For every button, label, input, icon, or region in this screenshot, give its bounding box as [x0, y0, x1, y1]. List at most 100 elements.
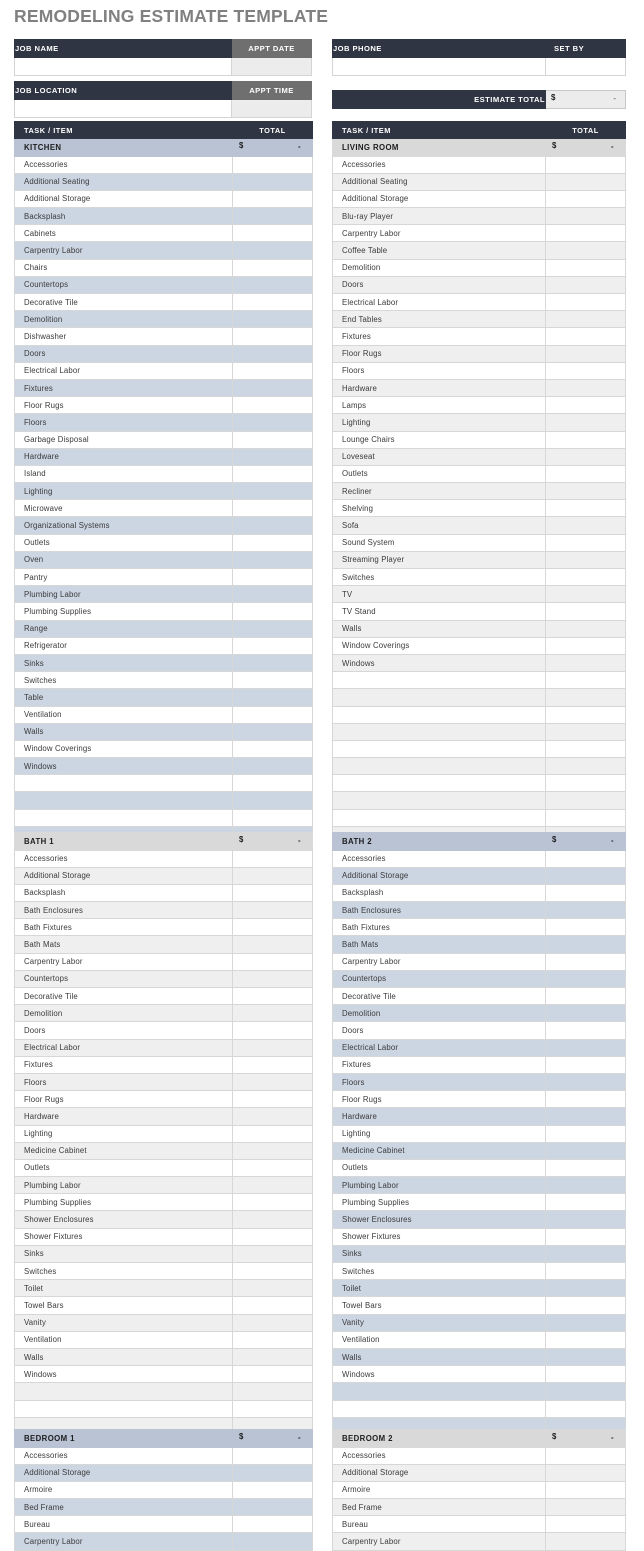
task-item-total-input[interactable] [545, 1124, 626, 1143]
task-item-blank-input[interactable] [14, 791, 233, 810]
task-item-total-input[interactable] [545, 705, 626, 724]
job-location-input[interactable] [14, 99, 232, 118]
task-item-blank-input[interactable] [14, 1382, 233, 1401]
task-item-total-input[interactable] [545, 550, 626, 570]
task-item-total-input[interactable] [232, 705, 313, 724]
task-item-total-input[interactable] [545, 722, 626, 741]
task-item-total-input[interactable] [232, 1193, 313, 1212]
task-item-total-input[interactable] [232, 1210, 313, 1229]
task-item-total-input[interactable] [232, 361, 313, 380]
task-item-total-input[interactable] [232, 986, 313, 1006]
task-item-total-input[interactable] [232, 901, 313, 920]
task-item-total-input[interactable] [232, 791, 313, 810]
task-item-total-input[interactable] [232, 1480, 313, 1500]
task-item-total-input[interactable] [232, 275, 313, 295]
task-item-blank-input[interactable] [332, 739, 546, 759]
task-item-total-input[interactable] [232, 482, 313, 501]
task-item-total-input[interactable] [545, 567, 626, 587]
task-item-total-input[interactable] [232, 1515, 313, 1534]
task-item-total-input[interactable] [232, 739, 313, 759]
task-item-total-input[interactable] [232, 653, 313, 673]
task-item-total-input[interactable] [545, 688, 626, 707]
task-item-total-input[interactable] [545, 636, 626, 655]
task-item-total-input[interactable] [232, 533, 313, 552]
task-item-total-input[interactable] [545, 378, 626, 398]
task-item-total-input[interactable] [545, 739, 626, 759]
task-item-total-input[interactable] [232, 969, 313, 989]
task-item-total-input[interactable] [232, 1296, 313, 1315]
task-item-total-input[interactable] [232, 1038, 313, 1057]
task-item-total-input[interactable] [545, 292, 626, 312]
task-item-blank-input[interactable] [332, 791, 546, 810]
task-item-total-input[interactable] [232, 396, 313, 415]
task-item-total-input[interactable] [545, 430, 626, 449]
task-item-total-input[interactable] [232, 866, 313, 885]
task-item-total-input[interactable] [545, 791, 626, 810]
task-item-total-input[interactable] [232, 499, 313, 518]
task-item-total-input[interactable] [545, 464, 626, 484]
task-item-total-input[interactable] [545, 918, 626, 937]
task-item-total-input[interactable] [232, 1382, 313, 1401]
task-item-total-input[interactable] [232, 413, 313, 432]
task-item-total-input[interactable] [545, 986, 626, 1006]
task-item-total-input[interactable] [545, 935, 626, 954]
task-item-total-input[interactable] [545, 1532, 626, 1551]
task-item-total-input[interactable] [545, 1365, 626, 1384]
job-phone-input[interactable] [332, 57, 546, 76]
set-by-input[interactable] [545, 57, 626, 76]
task-item-total-input[interactable] [545, 1107, 626, 1126]
task-item-blank-input[interactable] [14, 1399, 233, 1418]
task-item-total-input[interactable] [232, 1446, 313, 1465]
task-item-total-input[interactable] [545, 969, 626, 989]
task-item-blank-input[interactable] [332, 1399, 546, 1418]
task-item-total-input[interactable] [545, 516, 626, 535]
task-item-blank-input[interactable] [14, 774, 233, 793]
task-item-total-input[interactable] [545, 396, 626, 415]
task-item-total-input[interactable] [232, 292, 313, 312]
task-item-total-input[interactable] [545, 1004, 626, 1023]
task-item-total-input[interactable] [232, 258, 313, 277]
task-item-total-input[interactable] [545, 1072, 626, 1092]
task-item-blank-input[interactable] [14, 808, 233, 827]
task-item-total-input[interactable] [545, 1446, 626, 1465]
task-item-total-input[interactable] [232, 671, 313, 690]
task-item-total-input[interactable] [232, 722, 313, 741]
task-item-total-input[interactable] [545, 1038, 626, 1057]
task-item-total-input[interactable] [545, 1515, 626, 1534]
task-item-total-input[interactable] [545, 275, 626, 295]
task-item-total-input[interactable] [545, 1227, 626, 1246]
task-item-total-input[interactable] [545, 327, 626, 346]
task-item-total-input[interactable] [232, 1072, 313, 1092]
task-item-total-input[interactable] [232, 602, 313, 621]
task-item-total-input[interactable] [232, 935, 313, 954]
task-item-total-input[interactable] [232, 883, 313, 903]
task-item-total-input[interactable] [232, 310, 313, 329]
task-item-blank-input[interactable] [332, 705, 546, 724]
task-item-total-input[interactable] [545, 952, 626, 971]
task-item-total-input[interactable] [545, 1382, 626, 1401]
task-item-blank-input[interactable] [332, 671, 546, 690]
task-item-total-input[interactable] [545, 224, 626, 243]
task-item-total-input[interactable] [232, 1498, 313, 1517]
task-item-blank-input[interactable] [332, 688, 546, 707]
task-item-blank-input[interactable] [332, 757, 546, 776]
task-item-total-input[interactable] [545, 757, 626, 776]
task-item-total-input[interactable] [232, 918, 313, 937]
task-item-total-input[interactable] [232, 447, 313, 466]
task-item-total-input[interactable] [232, 189, 313, 209]
appt-date-input[interactable] [231, 57, 312, 76]
task-item-total-input[interactable] [232, 155, 313, 174]
task-item-total-input[interactable] [545, 447, 626, 466]
task-item-total-input[interactable] [545, 499, 626, 518]
task-item-total-input[interactable] [232, 688, 313, 707]
task-item-total-input[interactable] [232, 1399, 313, 1418]
task-item-total-input[interactable] [545, 361, 626, 380]
task-item-blank-input[interactable] [332, 722, 546, 741]
task-item-total-input[interactable] [232, 774, 313, 793]
task-item-total-input[interactable] [545, 1090, 626, 1109]
task-item-total-input[interactable] [545, 413, 626, 432]
task-item-total-input[interactable] [545, 1021, 626, 1040]
task-item-total-input[interactable] [545, 482, 626, 501]
task-item-total-input[interactable] [232, 636, 313, 655]
job-name-input[interactable] [14, 57, 232, 76]
